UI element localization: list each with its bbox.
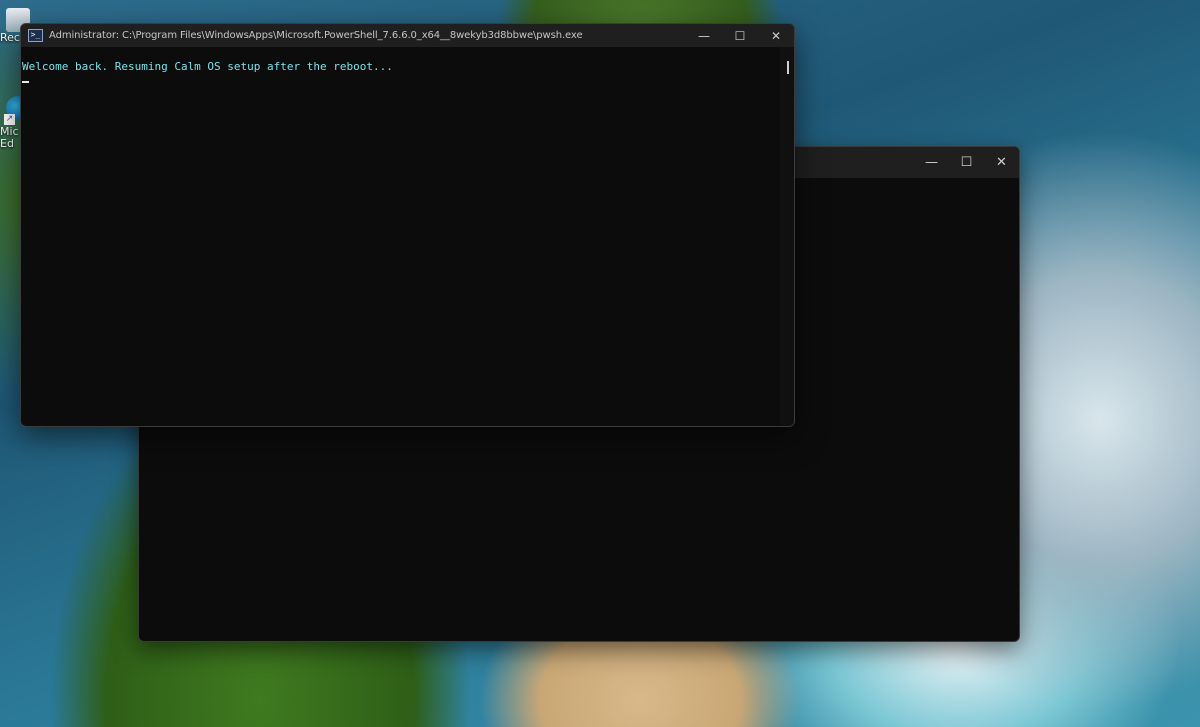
scrollbar-thumb[interactable] xyxy=(787,61,789,74)
close-button[interactable]: ✕ xyxy=(758,24,794,47)
powershell-window-titlebar[interactable]: >_ Administrator: C:\Program Files\Windo… xyxy=(21,24,794,47)
powershell-icon: >_ xyxy=(28,29,43,42)
maximize-icon: ☐ xyxy=(734,28,746,43)
shortcut-arrow-icon: ↗ xyxy=(4,114,15,125)
maximize-button[interactable]: ☐ xyxy=(722,24,758,47)
minimize-button[interactable]: — xyxy=(914,147,949,178)
maximize-icon: ☐ xyxy=(960,155,973,170)
window-title: Administrator: C:\Program Files\WindowsA… xyxy=(49,30,583,41)
scrollbar[interactable] xyxy=(780,47,794,426)
minimize-icon: — xyxy=(925,155,938,170)
close-icon: ✕ xyxy=(996,155,1007,170)
maximize-button[interactable]: ☐ xyxy=(949,147,984,178)
console-output[interactable]: Welcome back. Resuming Calm OS setup aft… xyxy=(21,47,780,426)
text-cursor xyxy=(22,81,29,83)
powershell-window[interactable]: >_ Administrator: C:\Program Files\Windo… xyxy=(20,23,795,427)
powershell-window-caption-buttons: — ☐ ✕ xyxy=(686,24,794,47)
background-window-caption-buttons: — ☐ ✕ xyxy=(914,147,1019,178)
minimize-button[interactable]: — xyxy=(686,24,722,47)
close-icon: ✕ xyxy=(770,28,782,43)
console-line: Welcome back. Resuming Calm OS setup aft… xyxy=(22,60,393,73)
close-button[interactable]: ✕ xyxy=(984,147,1019,178)
minimize-icon: — xyxy=(698,28,710,43)
